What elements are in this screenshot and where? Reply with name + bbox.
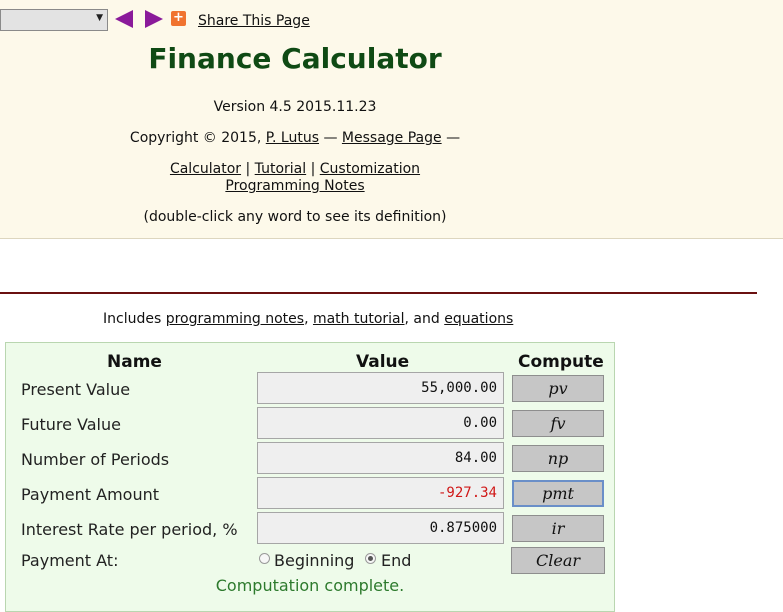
payment-at-end-label[interactable]: End [381,551,411,570]
dash-separator: — [323,130,338,146]
share-this-page-link[interactable]: Share This Page [198,13,310,29]
equations-link[interactable]: equations [444,311,513,327]
programming-notes-inline-link[interactable]: programming notes [166,311,304,327]
tutorial-link[interactable]: Tutorial [255,161,306,177]
row-label-present-value: Present Value [21,380,131,399]
compute-ir-button[interactable]: ir [512,515,604,542]
link-separator: | [245,161,251,177]
future-value-field[interactable]: 0.00 [257,407,504,439]
payment-at-label: Payment At: [21,551,119,570]
page-header [0,0,783,239]
plus-share-icon[interactable]: + [171,11,186,26]
copyright-prefix: Copyright © 2015, [129,130,262,146]
dash-separator: — [446,130,461,146]
compute-fv-button[interactable]: fv [512,410,604,437]
next-page-arrow-icon[interactable] [145,10,163,28]
status-message: Computation complete. [215,576,405,595]
column-header-compute: Compute [518,352,604,372]
version-text: Version 4.5 2015.11.23 [213,99,377,115]
payment-at-beginning-radio[interactable] [259,553,270,564]
row-label-future-value: Future Value [21,415,121,434]
page-select-dropdown[interactable]: ▼ [0,9,108,31]
present-value-field[interactable]: 55,000.00 [257,372,504,404]
link-separator: | [310,161,316,177]
payment-at-end-radio[interactable] [365,553,376,564]
column-header-value: Value [356,352,410,372]
programming-notes-link[interactable]: Programming Notes [225,178,364,194]
chevron-down-icon: ▼ [96,13,103,23]
author-link[interactable]: P. Lutus [266,130,319,146]
nav-links-line: Calculator | Tutorial | Customization [0,161,590,177]
calculator-link[interactable]: Calculator [170,161,241,177]
clear-button[interactable]: Clear [511,547,605,574]
row-label-number-of-periods: Number of Periods [21,450,170,469]
message-page-link[interactable]: Message Page [342,130,442,146]
and-separator: , and [404,311,440,327]
comma-separator: , [304,311,309,327]
row-label-payment-amount: Payment Amount [21,485,160,504]
row-label-interest-rate: Interest Rate per period, % [21,520,238,539]
payment-amount-field[interactable]: -927.34 [257,477,504,509]
programming-notes-line: Programming Notes [0,178,590,194]
math-tutorial-link[interactable]: math tutorial [313,311,405,327]
column-header-name: Name [107,352,162,372]
compute-np-button[interactable]: np [512,445,604,472]
copyright-line: Copyright © 2015, P. Lutus — Message Pag… [0,130,590,146]
page-title: Finance Calculator [148,42,442,75]
payment-at-beginning-label[interactable]: Beginning [274,551,354,570]
compute-pmt-button[interactable]: pmt [512,480,604,507]
previous-page-arrow-icon[interactable] [115,10,133,28]
interest-rate-field[interactable]: 0.875000 [257,512,504,544]
number-of-periods-field[interactable]: 84.00 [257,442,504,474]
includes-line: Includes programming notes, math tutoria… [103,311,513,327]
includes-prefix: Includes [103,311,162,327]
compute-pv-button[interactable]: pv [512,375,604,402]
divider-rule [0,292,757,294]
customization-link[interactable]: Customization [320,161,420,177]
definition-hint: (double-click any word to see its defini… [143,209,447,225]
